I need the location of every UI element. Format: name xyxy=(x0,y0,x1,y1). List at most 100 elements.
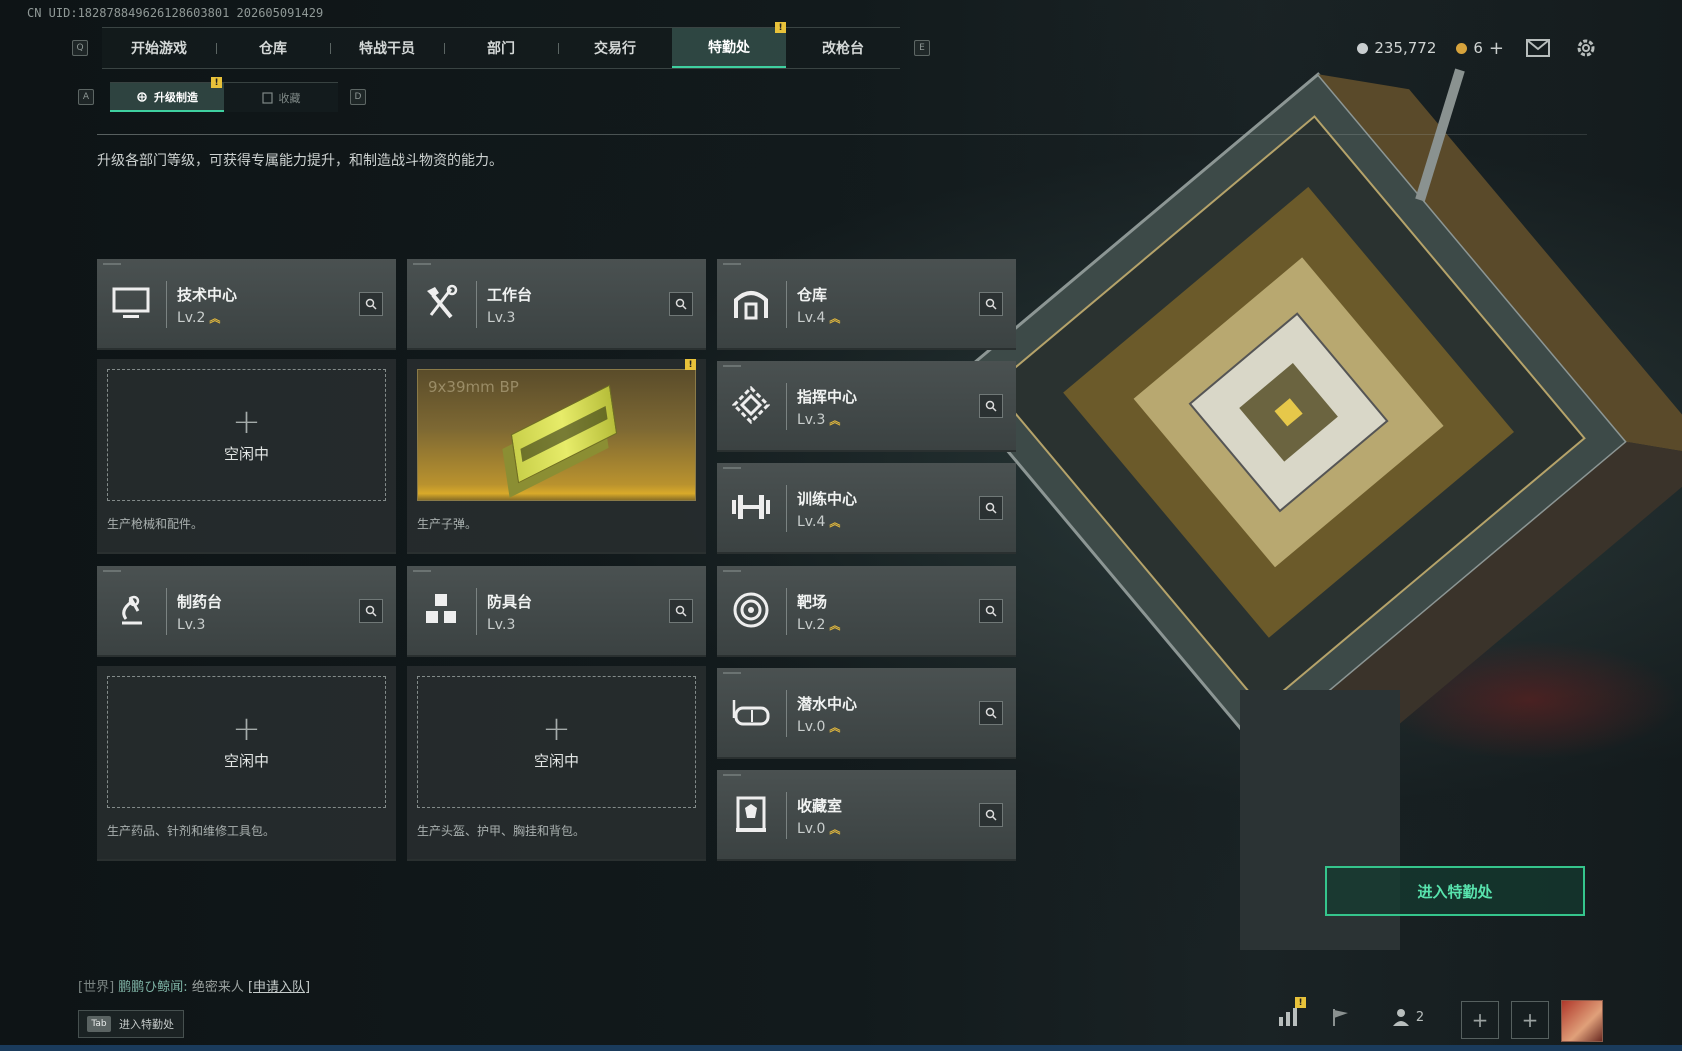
facility-level: Lv.3 xyxy=(487,617,515,633)
tab-shortcut-hint[interactable]: Tab 进入特勤处 xyxy=(78,1010,184,1038)
tab-special-ops[interactable]: 特勤处 ! xyxy=(672,22,786,68)
prev-tab-key-hint[interactable]: Q xyxy=(72,40,88,56)
add-plus-icon: + xyxy=(542,708,571,749)
player-uid: CN UID:182878849626128603801 20260509142… xyxy=(27,6,324,20)
facility-card-warehouse[interactable]: 仓库 Lv.4 ︽ xyxy=(717,259,1016,350)
card-separator xyxy=(786,690,787,737)
facility-card-training-center[interactable]: 训练中心 Lv.4 ︽ xyxy=(717,463,1016,554)
flag-icon[interactable] xyxy=(1327,1003,1355,1031)
inspect-search-icon[interactable] xyxy=(979,394,1003,418)
subtab-upgrade-craft[interactable]: 升级制造 ! xyxy=(110,77,224,112)
facility-level-value: Lv.4 xyxy=(797,310,826,326)
target-icon xyxy=(727,586,775,634)
facility-card-armor-bench[interactable]: 防具台 Lv.3 xyxy=(407,566,706,657)
facility-level-value: Lv.3 xyxy=(177,617,206,633)
collection-icon xyxy=(261,91,273,104)
production-panel-pharmacy: + 空闲中 生产药品、针剂和维修工具包。 xyxy=(97,666,396,861)
tab-special-ops-label: 特勤处 xyxy=(708,40,750,56)
production-slot-idle[interactable]: + 空闲中 xyxy=(107,369,386,501)
facility-level: Lv.2 ︽ xyxy=(797,617,840,633)
inspect-search-icon[interactable] xyxy=(979,803,1003,827)
chat-message: 绝密来人 xyxy=(191,980,244,995)
tab-start-game[interactable]: 开始游戏 xyxy=(102,28,216,68)
ticket-balance[interactable]: 6 + xyxy=(1456,38,1504,59)
tab-shortcut-label: 进入特勤处 xyxy=(119,1018,174,1031)
tab-warehouse[interactable]: 仓库 xyxy=(216,28,330,68)
inspect-search-icon[interactable] xyxy=(979,292,1003,316)
hafcoin-balance[interactable]: 235,772 xyxy=(1357,39,1436,57)
enter-special-ops-button[interactable]: 进入特勤处 xyxy=(1325,866,1585,916)
card-separator xyxy=(786,281,787,328)
facility-name: 收藏室 xyxy=(797,797,843,815)
inspect-search-icon[interactable] xyxy=(979,496,1003,520)
ticket-amount: 6 xyxy=(1473,39,1483,57)
facility-level-value: Lv.3 xyxy=(487,310,516,326)
card-tag xyxy=(413,570,431,572)
mail-icon[interactable] xyxy=(1524,36,1552,60)
upgrade-chevron-icon: ︽ xyxy=(209,311,221,325)
player-avatar[interactable] xyxy=(1561,1000,1603,1042)
facility-card-diving-center[interactable]: 潜水中心 Lv.0 ︽ xyxy=(717,668,1016,759)
join-team-link[interactable]: [申请入队] xyxy=(248,980,310,995)
inspect-search-icon[interactable] xyxy=(669,292,693,316)
facility-name: 制药台 xyxy=(177,593,223,611)
facility-name: 工作台 xyxy=(487,286,533,304)
inspect-search-icon[interactable] xyxy=(669,599,693,623)
hafcoin-icon xyxy=(1357,42,1369,54)
next-subtab-key-hint[interactable]: D xyxy=(350,89,366,105)
card-tag xyxy=(723,263,741,265)
chat-channel: [世界] xyxy=(78,980,115,995)
upgrade-chevron-icon: ︽ xyxy=(829,515,841,529)
slot-status: 空闲中 xyxy=(223,444,269,463)
tab-trading[interactable]: 交易行 xyxy=(558,28,672,68)
alert-badge: ! xyxy=(211,77,222,88)
upgrade-chevron-icon: ︽ xyxy=(829,311,841,325)
inspect-search-icon[interactable] xyxy=(359,292,383,316)
card-tag xyxy=(723,774,741,776)
card-tag xyxy=(723,467,741,469)
inspect-search-icon[interactable] xyxy=(979,701,1003,725)
taskbar-strip xyxy=(0,1045,1682,1051)
facility-level: Lv.2 ︽ xyxy=(177,310,220,326)
inspect-search-icon[interactable] xyxy=(979,599,1003,623)
facility-card-tech-center[interactable]: 技术中心 Lv.2 ︽ xyxy=(97,259,396,350)
slot-status: 空闲中 xyxy=(223,751,269,770)
settings-gear-icon[interactable] xyxy=(1572,36,1600,60)
production-slot-idle[interactable]: + 空闲中 xyxy=(107,676,386,808)
add-currency-button[interactable]: + xyxy=(1489,38,1504,59)
tab-departments[interactable]: 部门 xyxy=(444,28,558,68)
subtab-upgrade-craft-label: 升级制造 xyxy=(154,90,198,104)
facility-card-workbench[interactable]: 工作台 Lv.3 xyxy=(407,259,706,350)
next-tab-key-hint[interactable]: E xyxy=(914,40,930,56)
invite-slot-plus-icon[interactable]: + xyxy=(1461,1001,1499,1039)
card-separator xyxy=(166,588,167,635)
card-tag xyxy=(103,263,121,265)
hammer-wrench-icon xyxy=(417,279,465,327)
facility-level: Lv.0 ︽ xyxy=(797,719,840,735)
diving-mask-icon xyxy=(727,688,775,736)
prev-subtab-key-hint[interactable]: A xyxy=(78,89,94,105)
facility-name: 防具台 xyxy=(487,593,533,611)
party-members[interactable]: 2 xyxy=(1388,1003,1428,1031)
production-slot-active[interactable]: 9x39mm BP xyxy=(417,369,696,501)
facility-card-command-center[interactable]: 指挥中心 Lv.3 ︽ xyxy=(717,361,1016,452)
cubes-icon xyxy=(417,586,465,634)
facility-level: Lv.4 ︽ xyxy=(797,514,840,530)
facility-level-value: Lv.0 xyxy=(797,821,826,837)
facility-card-shooting-range[interactable]: 靶场 Lv.2 ︽ xyxy=(717,566,1016,657)
card-tag xyxy=(723,365,741,367)
tab-gunsmith[interactable]: 改枪台 xyxy=(786,28,900,68)
chat-player-name[interactable]: 鹏鹏ひ鲸闻: xyxy=(118,980,187,995)
facility-name: 靶场 xyxy=(797,593,828,611)
tab-operators[interactable]: 特战干员 xyxy=(330,28,444,68)
party-count: 2 xyxy=(1415,1009,1425,1025)
facility-card-pharmacy[interactable]: 制药台 Lv.3 xyxy=(97,566,396,657)
facility-name: 训练中心 xyxy=(797,490,858,508)
inspect-search-icon[interactable] xyxy=(359,599,383,623)
facility-card-collection-room[interactable]: 收藏室 Lv.0 ︽ xyxy=(717,770,1016,861)
invite-slot-plus-icon[interactable]: + xyxy=(1511,1001,1549,1039)
subtab-collection[interactable]: 收藏 xyxy=(224,83,338,112)
production-slot-idle[interactable]: + 空闲中 xyxy=(417,676,696,808)
world-chat-line: [世界] 鹏鹏ひ鲸闻: 绝密来人 [申请入队] xyxy=(78,976,310,995)
stats-chart-icon[interactable]: ! xyxy=(1274,997,1306,1031)
